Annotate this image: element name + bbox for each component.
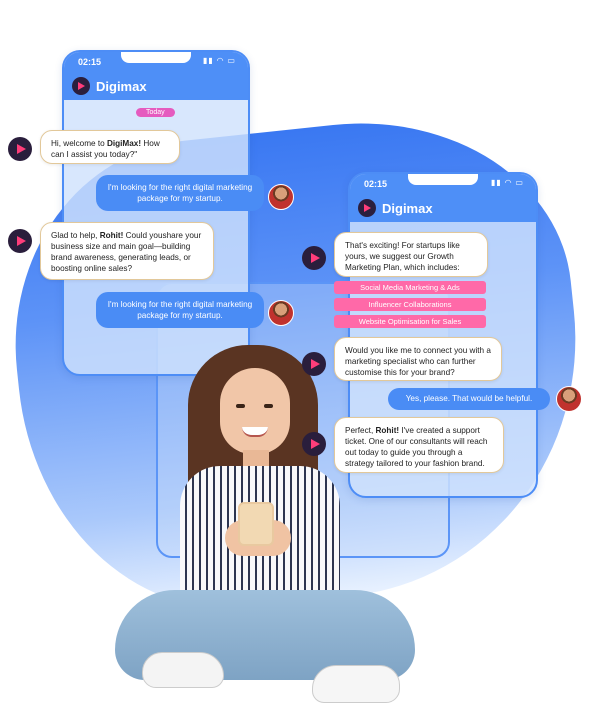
option-chip[interactable]: Social Media Marketing & Ads	[334, 281, 486, 294]
bot-avatar-icon	[8, 137, 32, 161]
phone-notch	[121, 52, 191, 63]
app-header: Digimax	[64, 72, 248, 100]
bot-avatar-icon	[302, 246, 326, 270]
phone-notch	[408, 174, 478, 185]
status-time: 02:15	[364, 179, 388, 189]
person-face	[220, 368, 290, 454]
bot-message: Glad to help, Rohit! Could youshare your…	[40, 222, 214, 280]
person-eye	[264, 404, 273, 408]
app-header: Digimax	[350, 194, 536, 222]
user-message: Yes, please. That would be helpful.	[388, 388, 550, 410]
status-time: 02:15	[78, 57, 102, 67]
date-badge: Today	[136, 108, 175, 117]
signal-icon: ▮▮ ◠ ▭	[491, 178, 524, 187]
option-chip[interactable]: Influencer Collaborations	[334, 298, 486, 311]
brand-logo-icon	[72, 77, 90, 95]
bot-avatar-icon	[302, 352, 326, 376]
user-message: I'm looking for the right digital market…	[96, 292, 264, 328]
brand-name: Digimax	[382, 200, 433, 216]
bot-avatar-icon	[302, 432, 326, 456]
signal-icon: ▮▮ ◠ ▭	[203, 56, 236, 65]
user-message: I'm looking for the right digital market…	[96, 175, 264, 211]
brand-name: Digimax	[96, 78, 147, 94]
status-bar: 02:15 ▮▮ ◠ ▭	[64, 52, 248, 72]
option-chip[interactable]: Website Optimisation for Sales	[334, 315, 486, 328]
bot-message: Hi, welcome to DigiMax! How can I assist…	[40, 130, 180, 164]
bot-message: That's exciting! For startups like yours…	[334, 232, 488, 277]
user-avatar-icon	[268, 300, 294, 326]
handheld-phone	[238, 502, 274, 546]
user-avatar-icon	[268, 184, 294, 210]
status-bar: 02:15 ▮▮ ◠ ▭	[350, 174, 536, 194]
bot-message: Would you like me to connect you with a …	[334, 337, 502, 381]
brand-logo-icon	[358, 199, 376, 217]
user-avatar-icon	[556, 386, 582, 412]
bot-message: Perfect, Rohit! I've created a support t…	[334, 417, 504, 473]
bot-avatar-icon	[8, 229, 32, 253]
person-shoe-right	[312, 665, 400, 703]
person-shoe-left	[142, 652, 224, 688]
person-eye	[236, 404, 245, 408]
